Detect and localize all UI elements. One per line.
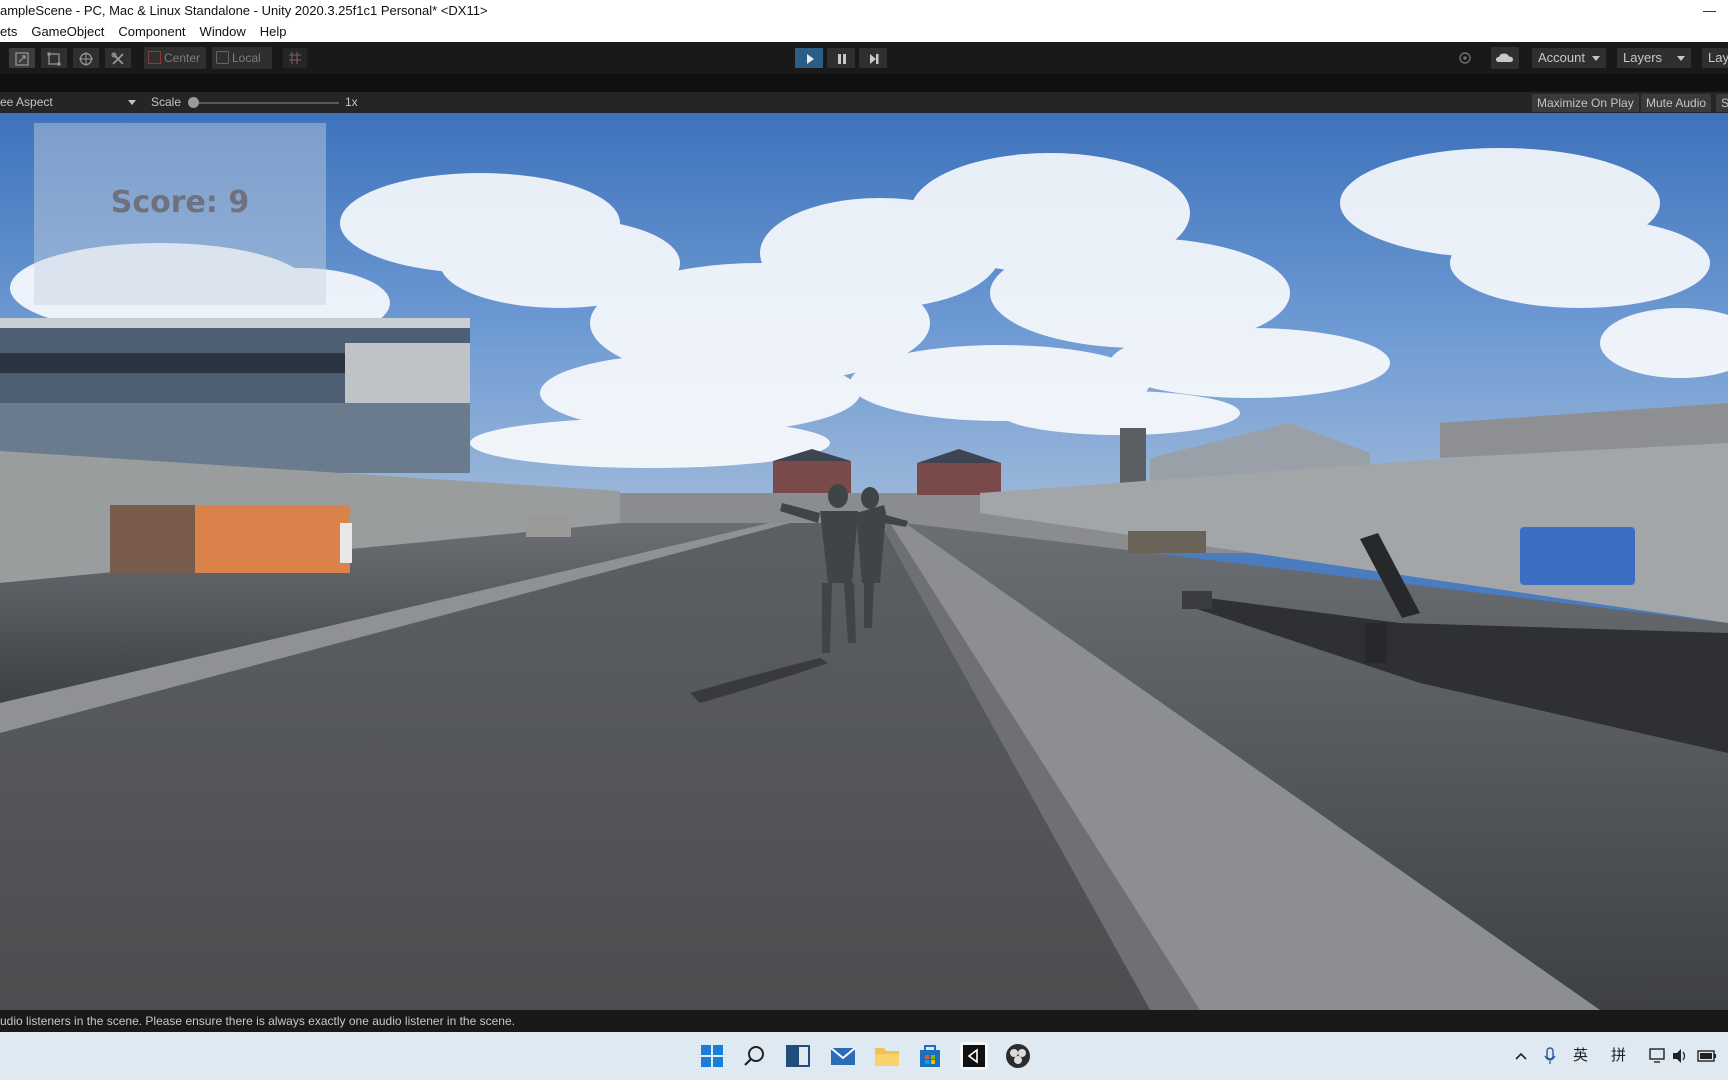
task-view-icon: [786, 1045, 810, 1067]
rect-tool-icon: [47, 52, 61, 66]
score-panel: Score: 9: [34, 123, 326, 305]
unity-editor-window: ampleScene - PC, Mac & Linux Standalone …: [0, 0, 1728, 1080]
layers-label: Layers: [1623, 50, 1663, 65]
menu-gameobject[interactable]: GameObject: [24, 22, 111, 42]
crate: [1128, 531, 1206, 553]
maximize-on-play-toggle[interactable]: Maximize On Play: [1532, 94, 1639, 112]
volume-button[interactable]: [1671, 1032, 1689, 1080]
unity-icon: [963, 1045, 985, 1067]
rect-transform-tool-icon: [15, 52, 29, 66]
obs-icon: [1006, 1044, 1030, 1068]
speaker-icon: [1673, 1049, 1686, 1063]
menu-assets[interactable]: ets: [0, 22, 24, 42]
transform-tool-button[interactable]: [72, 47, 100, 69]
network-icon: [1649, 1048, 1665, 1063]
blue-barrels: [1520, 527, 1635, 585]
windows-start-button[interactable]: [698, 1042, 726, 1070]
pause-button[interactable]: [826, 47, 856, 69]
aspect-label: ee Aspect: [0, 95, 53, 109]
menu-bar: ets GameObject Component Window Help: [0, 22, 1728, 42]
crate: [526, 515, 571, 537]
play-button[interactable]: [794, 47, 824, 69]
layout-dropdown[interactable]: Lay: [1701, 47, 1728, 69]
search-icon: [744, 1046, 764, 1066]
obs-app-button[interactable]: [1004, 1042, 1032, 1070]
pivot-icon: [148, 51, 161, 64]
grid-snap-icon: [289, 52, 301, 64]
menu-help[interactable]: Help: [253, 22, 294, 42]
game-view-tab-strip: [0, 74, 1728, 92]
microphone-icon: [1544, 1047, 1556, 1064]
layout-label: Lay: [1708, 50, 1728, 65]
mute-audio-toggle[interactable]: Mute Audio: [1641, 94, 1712, 112]
window-title: ampleScene - PC, Mac & Linux Standalone …: [0, 3, 488, 18]
battery-button[interactable]: [1696, 1032, 1718, 1080]
rect-tool-button[interactable]: [40, 47, 68, 69]
chevron-down-icon: [1592, 56, 1600, 61]
mail-icon: [830, 1047, 856, 1065]
rect-transform-tool-button[interactable]: [8, 47, 36, 69]
microphone-button[interactable]: [1542, 1032, 1560, 1080]
playmode-controls: [794, 47, 890, 69]
scale-label: Scale: [151, 95, 182, 109]
space-local-toggle[interactable]: Local: [212, 47, 272, 69]
shipping-container: [110, 505, 352, 573]
account-label: Account: [1538, 50, 1585, 65]
step-icon: [870, 54, 879, 64]
local-space-icon: [216, 51, 229, 64]
custom-tool-button[interactable]: [104, 47, 132, 69]
minimize-button[interactable]: —: [1703, 0, 1716, 22]
menu-component[interactable]: Component: [111, 22, 192, 42]
account-dropdown[interactable]: Account: [1531, 47, 1607, 69]
collab-button[interactable]: [1451, 47, 1479, 69]
collab-icon: [1459, 52, 1471, 64]
unity-app-button[interactable]: [960, 1042, 988, 1070]
scale-value: 1x: [345, 95, 358, 109]
cloud-button[interactable]: [1491, 47, 1519, 69]
menu-window[interactable]: Window: [193, 22, 253, 42]
layers-dropdown[interactable]: Layers: [1616, 47, 1692, 69]
stats-toggle[interactable]: S: [1716, 94, 1728, 112]
console-message: udio listeners in the scene. Please ensu…: [0, 1014, 515, 1028]
pivot-label: Center: [164, 51, 201, 65]
tray-overflow-button[interactable]: [1513, 1032, 1531, 1080]
file-explorer-icon: [875, 1048, 899, 1066]
windows-taskbar: 英 拼: [0, 1032, 1728, 1080]
mail-app-button[interactable]: [829, 1042, 857, 1070]
scale-slider-track[interactable]: [191, 102, 339, 104]
pause-icon: [838, 54, 846, 64]
battery-icon: [1697, 1050, 1716, 1062]
game-view-toolbar: ee Aspect Scale 1x Maximize On Play Mute…: [0, 92, 1728, 113]
chevron-down-icon: [1677, 56, 1685, 61]
ime-mode-indicator[interactable]: 拼: [1611, 1032, 1626, 1080]
custom-tool-icon: [111, 52, 124, 65]
search-button[interactable]: [741, 1042, 769, 1070]
space-label: Local: [232, 51, 261, 65]
pivot-center-toggle[interactable]: Center: [144, 47, 206, 69]
scale-slider-handle[interactable]: [188, 97, 199, 108]
store-icon: [920, 1045, 940, 1067]
cloud-icon: [1496, 53, 1513, 62]
left-warehouse: [0, 318, 470, 473]
chevron-up-icon: [1515, 1052, 1527, 1060]
grid-snap-button[interactable]: [282, 47, 308, 69]
store-button[interactable]: [916, 1042, 944, 1070]
ime-language-indicator[interactable]: 英: [1573, 1032, 1588, 1080]
main-toolbar: Center Local Account Layers Lay: [0, 42, 1728, 74]
game-viewport[interactable]: Score: 9: [0, 113, 1728, 1010]
console-status-bar[interactable]: udio listeners in the scene. Please ensu…: [0, 1010, 1728, 1032]
title-bar: ampleScene - PC, Mac & Linux Standalone …: [0, 0, 1728, 22]
aspect-dropdown[interactable]: ee Aspect: [0, 92, 142, 113]
windows-start-icon: [701, 1045, 723, 1067]
play-icon: [807, 54, 814, 64]
transform-tool-icon: [79, 52, 93, 66]
network-button[interactable]: [1648, 1032, 1666, 1080]
file-explorer-button[interactable]: [873, 1042, 901, 1070]
task-view-button[interactable]: [784, 1042, 812, 1070]
score-text: Score: 9: [110, 185, 250, 220]
chevron-down-icon: [128, 100, 136, 105]
step-button[interactable]: [858, 47, 888, 69]
